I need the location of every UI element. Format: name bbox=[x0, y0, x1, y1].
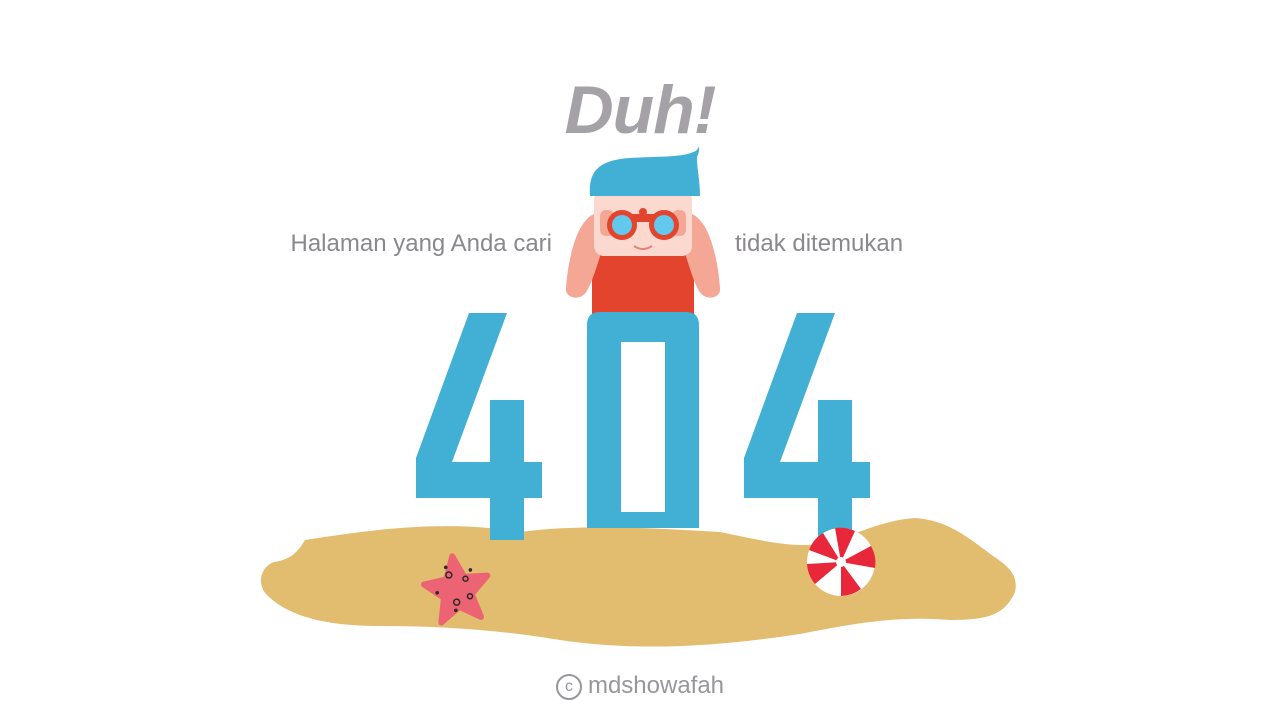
digit-zero: 0 bbox=[587, 312, 699, 528]
digit-four-left: 4 bbox=[416, 313, 542, 540]
author-credit: c mdshowafah bbox=[0, 671, 1280, 701]
author-name: mdshowafah bbox=[587, 672, 725, 699]
digit-four-right: 4 bbox=[744, 313, 870, 540]
not-found-page: Duh! Halaman yang Anda cari tidak ditemu… bbox=[0, 0, 1280, 719]
sand-island bbox=[260, 518, 1016, 647]
beach-scene-illustration: 4 4 bbox=[260, 146, 1016, 647]
lookout-with-binoculars-icon bbox=[565, 146, 721, 326]
copyright-icon: c bbox=[555, 674, 582, 700]
